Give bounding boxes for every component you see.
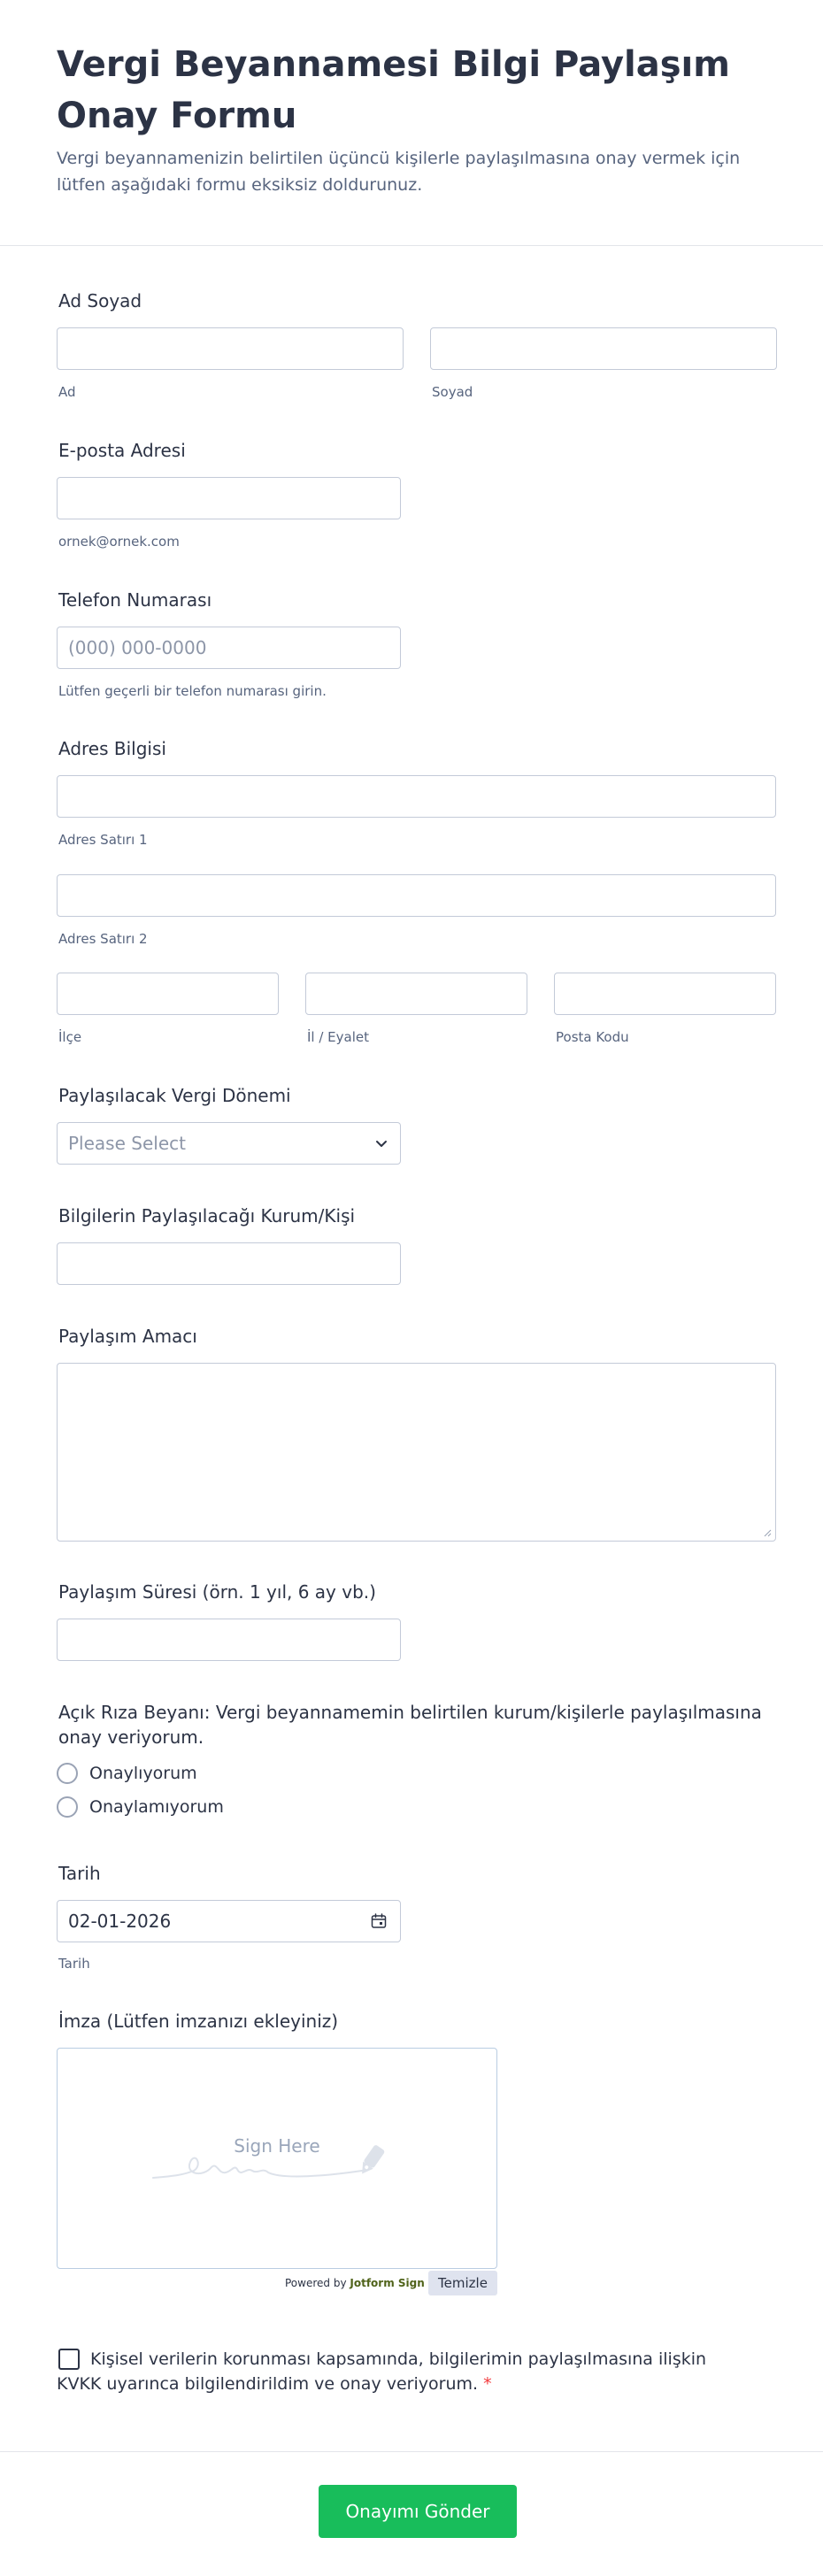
powered-by: Powered by Jotform Sign	[285, 2275, 425, 2291]
province-sublabel: İl / Eyalet	[307, 1029, 370, 1045]
recipient-input[interactable]	[57, 1242, 401, 1285]
required-mark: *	[483, 2374, 492, 2394]
consent-option-reject[interactable]: Onaylamıyorum	[89, 1796, 224, 1818]
signature-pad[interactable]: Sign Here	[57, 2048, 497, 2269]
calendar-icon[interactable]	[370, 1912, 388, 1930]
address-line2-input[interactable]	[57, 874, 776, 917]
purpose-label: Paylaşım Amacı	[58, 1326, 197, 1347]
address-line1-input[interactable]	[57, 775, 776, 818]
signature-clear-button[interactable]: Temizle	[428, 2271, 497, 2295]
phone-input[interactable]: (000) 000-0000	[57, 627, 401, 669]
tax-period-selected: Please Select	[68, 1133, 186, 1154]
signature-label: İmza (Lütfen imzanızı ekleyiniz)	[58, 2011, 339, 2032]
consent-radio-approve[interactable]	[57, 1763, 78, 1784]
consent-label: Açık Rıza Beyanı: Vergi beyannamemin bel…	[58, 1702, 762, 1748]
postal-code-sublabel: Posta Kodu	[556, 1029, 629, 1045]
resize-handle-icon[interactable]	[763, 1528, 772, 1537]
date-input[interactable]: 02-01-2026	[57, 1900, 401, 1942]
tax-period-select[interactable]: Please Select	[57, 1122, 401, 1165]
chevron-down-icon	[376, 1141, 387, 1147]
email-label: E-posta Adresi	[58, 440, 186, 461]
date-label: Tarih	[58, 1863, 101, 1884]
recipient-label: Bilgilerin Paylaşılacağı Kurum/Kişi	[58, 1205, 356, 1226]
tax-period-label: Paylaşılacak Vergi Dönemi	[58, 1085, 291, 1106]
purpose-textarea[interactable]	[57, 1363, 776, 1542]
district-sublabel: İlçe	[58, 1029, 82, 1045]
last-name-sublabel: Soyad	[432, 384, 473, 400]
phone-label: Telefon Numarası	[58, 589, 212, 611]
header-divider	[0, 245, 823, 246]
form-subtitle: Vergi beyannamenizin belirtilen üçüncü k…	[57, 149, 741, 195]
phone-sublabel: Lütfen geçerli bir telefon numarası giri…	[58, 683, 327, 699]
kvkk-text: Kişisel verilerin korunması kapsamında, …	[57, 2349, 707, 2394]
form-title: Vergi Beyannamesi Bilgi Paylaşım Onay Fo…	[57, 44, 730, 136]
date-value: 02-01-2026	[68, 1911, 172, 1932]
powered-by-text: Powered by	[285, 2277, 347, 2289]
name-label: Ad Soyad	[58, 290, 142, 311]
signature-scribble-icon	[152, 2145, 385, 2179]
email-sublabel: ornek@ornek.com	[58, 534, 180, 550]
first-name-input[interactable]	[57, 327, 404, 370]
phone-placeholder: (000) 000-0000	[68, 637, 207, 658]
footer-divider	[0, 2451, 823, 2452]
email-input[interactable]	[57, 477, 401, 519]
address-line1-sublabel: Adres Satırı 1	[58, 832, 148, 848]
province-input[interactable]	[305, 973, 527, 1015]
first-name-sublabel: Ad	[58, 384, 76, 400]
consent-option-approve[interactable]: Onaylıyorum	[89, 1763, 197, 1784]
consent-radio-reject[interactable]	[57, 1796, 78, 1818]
address-line2-sublabel: Adres Satırı 2	[58, 931, 148, 947]
duration-label: Paylaşım Süresi (örn. 1 yıl, 6 ay vb.)	[58, 1581, 376, 1603]
date-sublabel: Tarih	[58, 1956, 90, 1972]
last-name-input[interactable]	[430, 327, 777, 370]
kvkk-label[interactable]: Kişisel verilerin korunması kapsamında, …	[57, 2347, 716, 2396]
postal-code-input[interactable]	[554, 973, 776, 1015]
jotform-sign-brand[interactable]: Jotform Sign	[350, 2277, 424, 2289]
address-label: Adres Bilgisi	[58, 738, 166, 759]
district-input[interactable]	[57, 973, 279, 1015]
submit-button[interactable]: Onayımı Gönder	[319, 2485, 517, 2538]
duration-input[interactable]	[57, 1619, 401, 1661]
